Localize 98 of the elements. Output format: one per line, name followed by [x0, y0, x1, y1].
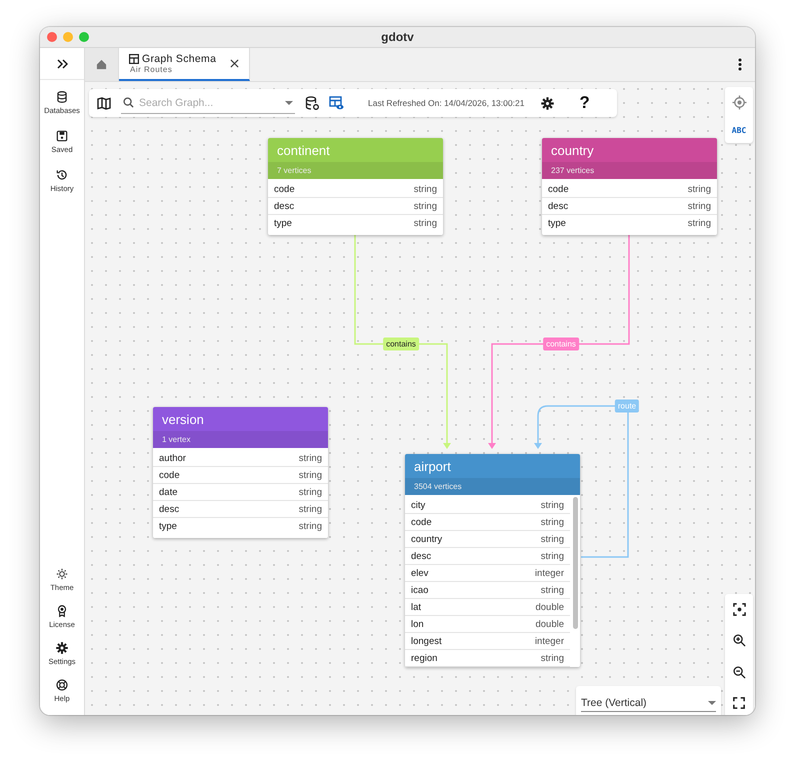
property-type: double: [535, 602, 564, 612]
vertex-header: version: [153, 407, 328, 431]
property-name: lat: [411, 602, 422, 612]
zoom-in-icon[interactable]: [732, 634, 746, 648]
vertex-header: continent: [268, 138, 443, 162]
database-icon: [54, 90, 69, 104]
property-type: string: [688, 200, 711, 212]
vertex-header: country: [542, 138, 717, 162]
property-name: type: [274, 218, 292, 229]
property-type: string: [540, 652, 564, 664]
settings-button[interactable]: [540, 96, 556, 110]
vertex-count: 237 vertices: [542, 162, 717, 179]
settings-icon: [54, 641, 69, 655]
search-input[interactable]: Search Graph...: [139, 96, 280, 108]
property-name: lon: [411, 618, 424, 630]
property-type: integer: [534, 568, 564, 578]
property-type: string: [298, 486, 322, 498]
layout-select[interactable]: Tree (Vertical): [576, 686, 721, 715]
property-type: string: [688, 218, 711, 229]
property-name: icao: [411, 584, 428, 596]
tab-subtitle: Air Routes: [130, 65, 172, 74]
vertex-card[interactable]: continent 7 vertices code string desc string type string: [268, 138, 443, 235]
edge-label: route: [614, 400, 640, 412]
property-type: string: [298, 470, 322, 480]
home-tab[interactable]: [85, 48, 119, 81]
property-name: desc: [159, 504, 180, 514]
label-toggle-button[interactable]: ABC: [732, 126, 746, 135]
scrollbar[interactable]: [573, 497, 578, 629]
lifebuoy-icon: [54, 678, 69, 692]
property-type: string: [540, 500, 564, 510]
search-icon: [123, 97, 134, 108]
graph-canvas[interactable]: [85, 82, 755, 715]
property-name: code: [159, 470, 180, 480]
property-name: type: [548, 218, 566, 229]
property-type: string: [414, 218, 437, 229]
sun-icon: [54, 567, 69, 581]
caret-icon: [708, 701, 716, 705]
close-icon[interactable]: [230, 59, 240, 68]
edge-label: contains: [543, 338, 579, 350]
property-name: code: [548, 184, 569, 194]
close-light[interactable]: [47, 32, 57, 42]
refresh-schema-button[interactable]: [305, 96, 319, 110]
property-name: desc: [411, 550, 432, 562]
vertex-header: airport: [405, 454, 580, 478]
property-type: string: [540, 516, 564, 528]
vertex-count: 7 vertices: [268, 162, 443, 179]
table-icon: [129, 54, 139, 64]
save-icon: [55, 129, 69, 143]
vertex-count: 1 vertex: [153, 431, 328, 448]
map-button[interactable]: [97, 96, 111, 110]
property-name: author: [159, 452, 186, 464]
property-type: string: [298, 504, 322, 514]
property-name: city: [411, 500, 426, 510]
property-type: double: [535, 618, 564, 630]
property-type: string: [298, 521, 322, 532]
property-name: type: [159, 521, 177, 532]
property-type: string: [688, 184, 711, 194]
help-button[interactable]: ?: [579, 93, 590, 113]
vertex-card[interactable]: version 1 vertex author string code string date string desc string type string: [153, 407, 328, 538]
property-name: desc: [274, 200, 294, 212]
tab-title: Graph Schema: [142, 53, 216, 65]
last-refreshed-text: Last Refreshed On: 14/04/2026, 13:00:21: [368, 98, 524, 108]
property-name: longest: [411, 636, 442, 646]
double-chevron-icon: [56, 58, 68, 68]
schema-view-button[interactable]: [329, 96, 344, 110]
kebab-icon: [738, 58, 742, 71]
table-eye-icon: [329, 96, 344, 110]
tab[interactable]: Graph Schema Air Routes: [119, 48, 250, 81]
map-icon: [97, 96, 111, 110]
vertex-count: 3504 vertices: [405, 478, 580, 495]
property-name: date: [159, 486, 178, 498]
zoom-out-icon[interactable]: [732, 666, 746, 679]
property-name: region: [411, 652, 438, 664]
window-title: gdotv: [381, 30, 414, 44]
database-refresh-icon: [305, 96, 319, 110]
property-name: desc: [548, 200, 568, 212]
property-type: string: [298, 452, 322, 464]
property-name: country: [411, 534, 442, 544]
history-icon: [55, 168, 69, 182]
settings-icon: [540, 96, 556, 110]
fullscreen-icon[interactable]: [733, 696, 745, 709]
caret-icon: [285, 100, 293, 104]
vertex-card[interactable]: airport 3504 vertices city string code string country string desc string elev integer icao string lat double lon double longest integer region string: [405, 454, 580, 667]
edge-label: contains: [383, 338, 419, 350]
property-type: integer: [534, 636, 564, 646]
locate-icon[interactable]: [732, 95, 746, 110]
vertex-card[interactable]: country 237 vertices code string desc string type string: [542, 138, 717, 235]
property-type: string: [540, 534, 564, 544]
property-type: string: [414, 200, 437, 212]
property-name: code: [411, 516, 432, 528]
focus-icon[interactable]: [732, 603, 746, 616]
property-name: code: [274, 184, 295, 194]
property-type: string: [540, 550, 564, 562]
property-type: string: [540, 584, 564, 596]
home-icon: [96, 59, 107, 70]
property-name: elev: [411, 568, 428, 578]
property-type: string: [414, 184, 437, 194]
search-field[interactable]: Search Graph...: [121, 92, 295, 114]
